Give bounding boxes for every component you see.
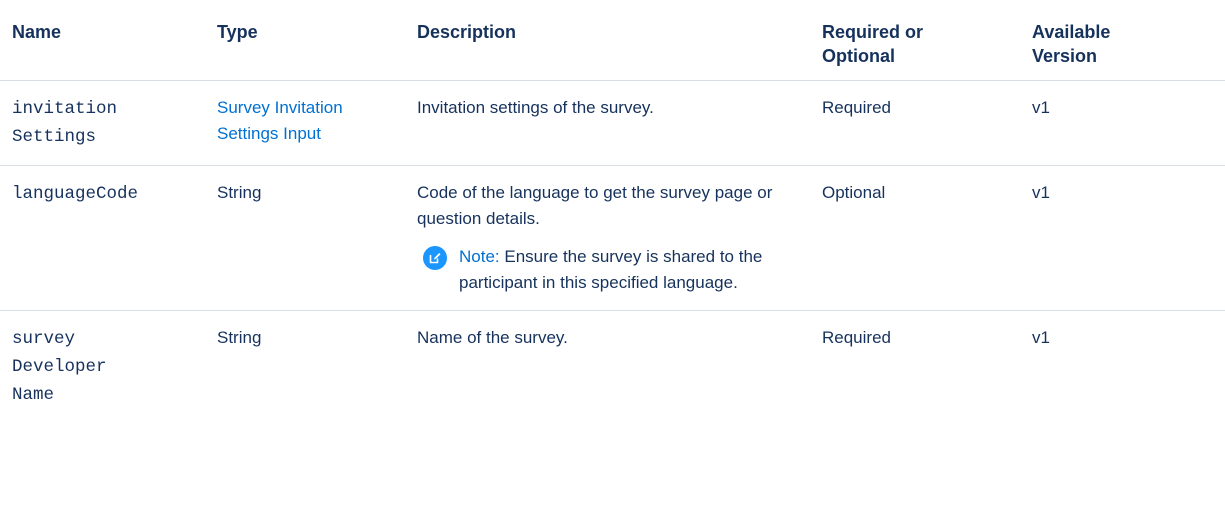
cell-name: invitation Settings (0, 80, 205, 166)
cell-version: v1 (1032, 328, 1050, 347)
cell-name: survey Developer Name (0, 311, 205, 424)
property-name-invitation-settings: invitation Settings (12, 95, 197, 151)
property-name-language-code: languageCode (12, 180, 197, 208)
header-required-line2: Optional (822, 46, 895, 66)
note-callout: Note: Ensure the survey is shared to the… (417, 244, 802, 296)
header-available-version: Available Version (1020, 0, 1225, 81)
property-name-line: languageCode (12, 184, 139, 204)
survey-invitation-settings-input-link[interactable]: Survey Invitation Settings Input (217, 95, 397, 147)
description-text: Name of the survey. (417, 328, 568, 347)
properties-table: Name Type Description Required or Option… (0, 0, 1225, 423)
cell-description: Code of the language to get the survey p… (405, 165, 810, 311)
table-row: invitation Settings Survey Invitation Se… (0, 80, 1225, 166)
table-row: languageCode String Code of the language… (0, 165, 1225, 311)
header-version-line1: Available (1032, 22, 1111, 42)
note-text: Ensure the survey is shared to the parti… (459, 247, 763, 292)
cell-required: Required (810, 80, 1020, 166)
cell-type: String (205, 165, 405, 311)
header-description: Description (405, 0, 810, 81)
header-required-line1: Required or (822, 22, 924, 42)
description-text: Invitation settings of the survey. (417, 98, 654, 117)
cell-required: Required (822, 328, 891, 347)
property-name-line: survey (12, 329, 76, 349)
table-header: Name Type Description Required or Option… (0, 0, 1225, 81)
header-row: Name Type Description Required or Option… (0, 0, 1225, 81)
note-body: Note: Ensure the survey is shared to the… (459, 244, 802, 296)
note-label: Note: (459, 247, 500, 266)
cell-version: v1 (1020, 80, 1225, 166)
cell-required: Optional (810, 165, 1020, 311)
property-name-line: invitation (12, 99, 118, 119)
property-name-line: Name (12, 385, 55, 405)
cell-type: String (217, 328, 262, 347)
table-row: survey Developer Name String Name of the… (0, 311, 1225, 424)
cell-type: Survey Invitation Settings Input (205, 80, 405, 166)
cell-name: languageCode (0, 165, 205, 311)
property-name-line: Settings (12, 127, 97, 147)
property-name-survey-developer-name: survey Developer Name (12, 325, 197, 409)
header-type: Type (205, 0, 405, 81)
link-text-line: Survey Invitation (217, 98, 343, 117)
edit-note-icon (423, 246, 447, 270)
header-name: Name (0, 0, 205, 81)
cell-description: Name of the survey. (405, 311, 810, 424)
table-body: invitation Settings Survey Invitation Se… (0, 80, 1225, 424)
cell-version: v1 (1020, 165, 1225, 311)
property-name-line: Developer (12, 357, 107, 377)
cell-description: Invitation settings of the survey. (405, 80, 810, 166)
description-text: Code of the language to get the survey p… (417, 183, 773, 228)
header-version-line2: Version (1032, 46, 1098, 66)
header-required-or-optional: Required or Optional (810, 0, 1020, 81)
link-text-line: Settings Input (217, 124, 321, 143)
